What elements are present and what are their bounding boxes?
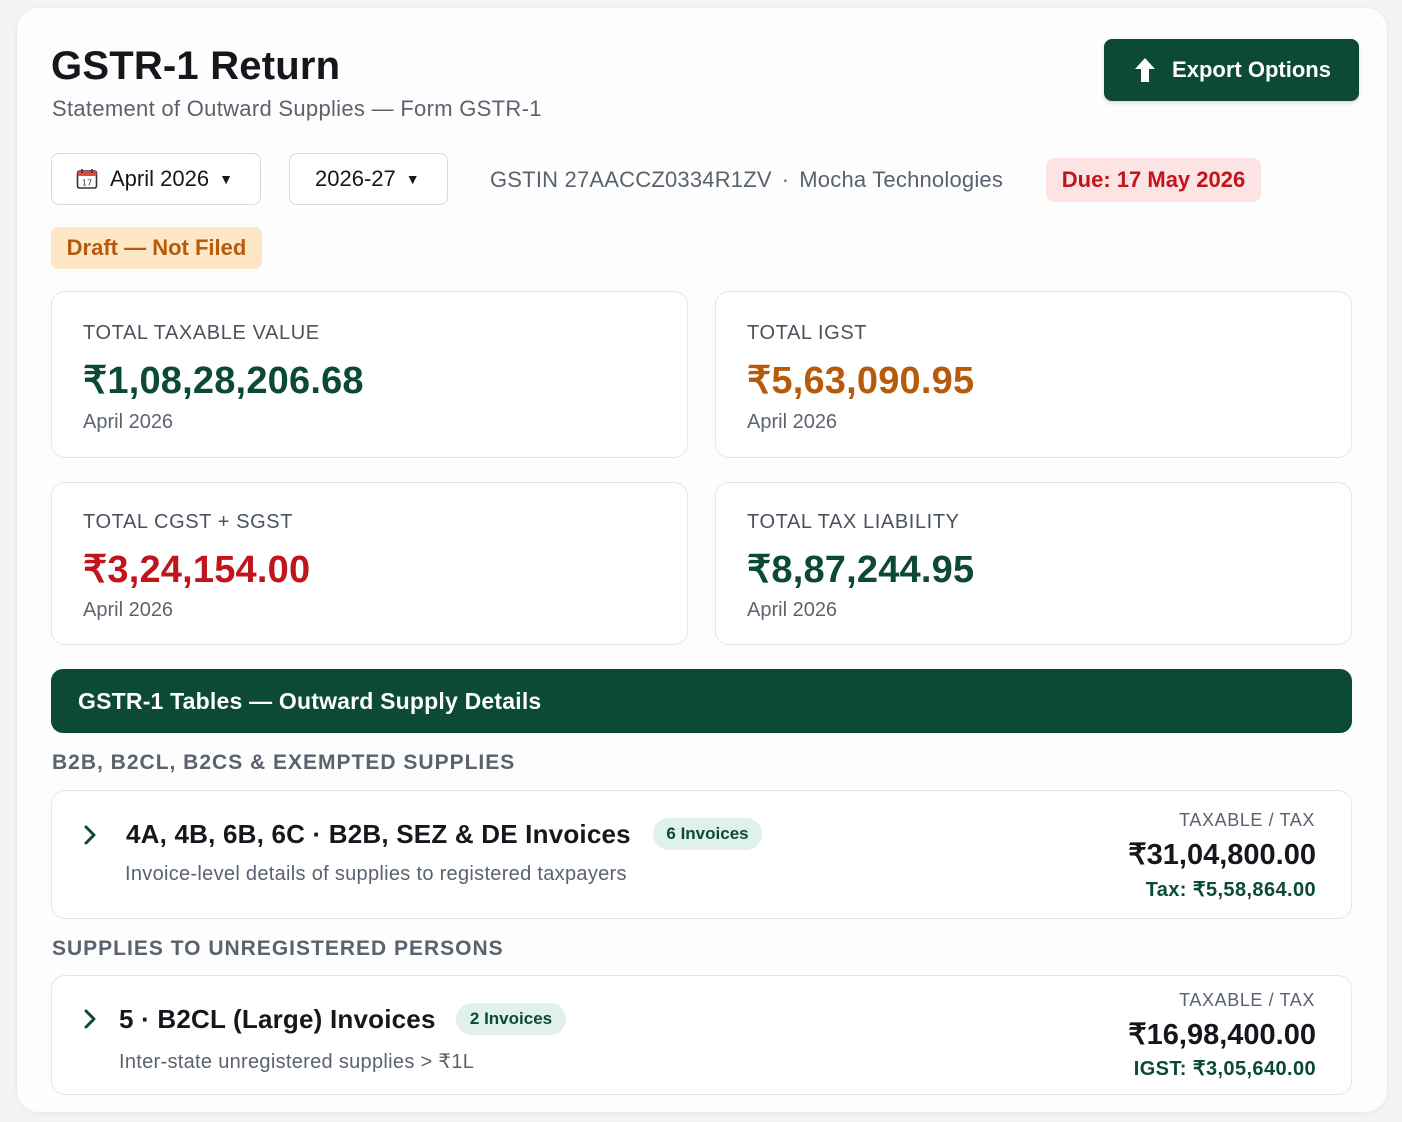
upload-arrow-icon: [1135, 58, 1156, 82]
fiscal-year-value: 2026-27: [315, 166, 396, 191]
card-period: April 2026: [83, 411, 174, 433]
page-subtitle: Statement of Outward Supplies — Form GST…: [52, 96, 542, 121]
card-value: ₹1,08,28,206.68: [83, 360, 364, 402]
table-row-b2b-invoices[interactable]: 4A, 4B, 6B, 6C · B2B, SEZ & DE Invoices …: [51, 790, 1352, 919]
card-value: ₹8,87,244.95: [747, 549, 975, 591]
igst-amount: IGST: ₹3,05,640.00: [1133, 1058, 1316, 1080]
tables-section-banner: GSTR-1 Tables — Outward Supply Details: [51, 669, 1352, 733]
invoice-count-pill: 2 Invoices: [456, 1003, 566, 1035]
separator-dot: ·: [781, 167, 790, 192]
filing-status-badge: Draft — Not Filed: [51, 227, 262, 269]
card-value: ₹5,63,090.95: [747, 360, 975, 402]
card-label: TOTAL CGST + SGST: [83, 511, 294, 533]
page-title: GSTR-1 Return: [51, 44, 341, 88]
tax-amount: Tax: ₹5,58,864.00: [1145, 879, 1316, 901]
svg-text:17: 17: [82, 179, 92, 188]
export-options-label: Export Options: [1172, 57, 1331, 82]
fiscal-year-dropdown[interactable]: 2026-27 ▼: [289, 153, 448, 205]
amount-label: TAXABLE / TAX: [1179, 990, 1315, 1010]
summary-card-igst: TOTAL IGST ₹5,63,090.95 April 2026: [715, 291, 1352, 458]
caret-down-icon: ▼: [219, 171, 233, 187]
invoice-count-pill: 6 Invoices: [653, 818, 762, 850]
gstin-number: GSTIN 27AACCZ0334R1ZV: [490, 167, 772, 192]
row-title: 4A, 4B, 6B, 6C · B2B, SEZ & DE Invoices: [126, 819, 631, 849]
summary-card-tax-liability: TOTAL TAX LIABILITY ₹8,87,244.95 April 2…: [715, 482, 1352, 645]
section-title-b2b: B2B, B2CL, B2CS & EXEMPTED SUPPLIES: [52, 751, 516, 774]
export-options-button[interactable]: Export Options: [1104, 39, 1359, 101]
card-period: April 2026: [83, 599, 174, 621]
gstin-info: GSTIN 27AACCZ0334R1ZV · Mocha Technologies: [490, 167, 1003, 193]
taxable-amount: ₹16,98,400.00: [1128, 1019, 1316, 1051]
company-name: Mocha Technologies: [799, 167, 1004, 192]
row-description: Inter-state unregistered supplies > ₹1L: [119, 1051, 475, 1073]
month-dropdown[interactable]: 17 April 2026 ▼: [51, 153, 261, 205]
card-period: April 2026: [747, 599, 838, 621]
caret-down-icon: ▼: [405, 171, 420, 187]
card-label: TOTAL TAXABLE VALUE: [83, 322, 320, 344]
card-value: ₹3,24,154.00: [83, 549, 311, 591]
calendar-icon: 17: [76, 169, 98, 189]
month-value: April 2026: [110, 166, 210, 191]
card-period: April 2026: [747, 411, 838, 433]
card-label: TOTAL IGST: [747, 322, 868, 344]
summary-card-taxable-value: TOTAL TAXABLE VALUE ₹1,08,28,206.68 Apri…: [51, 291, 688, 458]
chevron-right-icon[interactable]: [79, 824, 101, 846]
row-title: 5 · B2CL (Large) Invoices: [119, 1004, 436, 1034]
section-title-unregistered: SUPPLIES TO UNREGISTERED PERSONS: [52, 937, 504, 960]
row-description: Invoice-level details of supplies to reg…: [125, 863, 627, 885]
card-label: TOTAL TAX LIABILITY: [747, 511, 960, 533]
table-row-b2cl-invoices[interactable]: 5 · B2CL (Large) Invoices 2 Invoices Int…: [51, 975, 1352, 1095]
amount-label: TAXABLE / TAX: [1179, 810, 1315, 830]
due-date-badge: Due: 17 May 2026: [1046, 158, 1261, 202]
taxable-amount: ₹31,04,800.00: [1128, 839, 1316, 871]
summary-card-cgst-sgst: TOTAL CGST + SGST ₹3,24,154.00 April 202…: [51, 482, 688, 645]
chevron-right-icon[interactable]: [79, 1008, 101, 1030]
